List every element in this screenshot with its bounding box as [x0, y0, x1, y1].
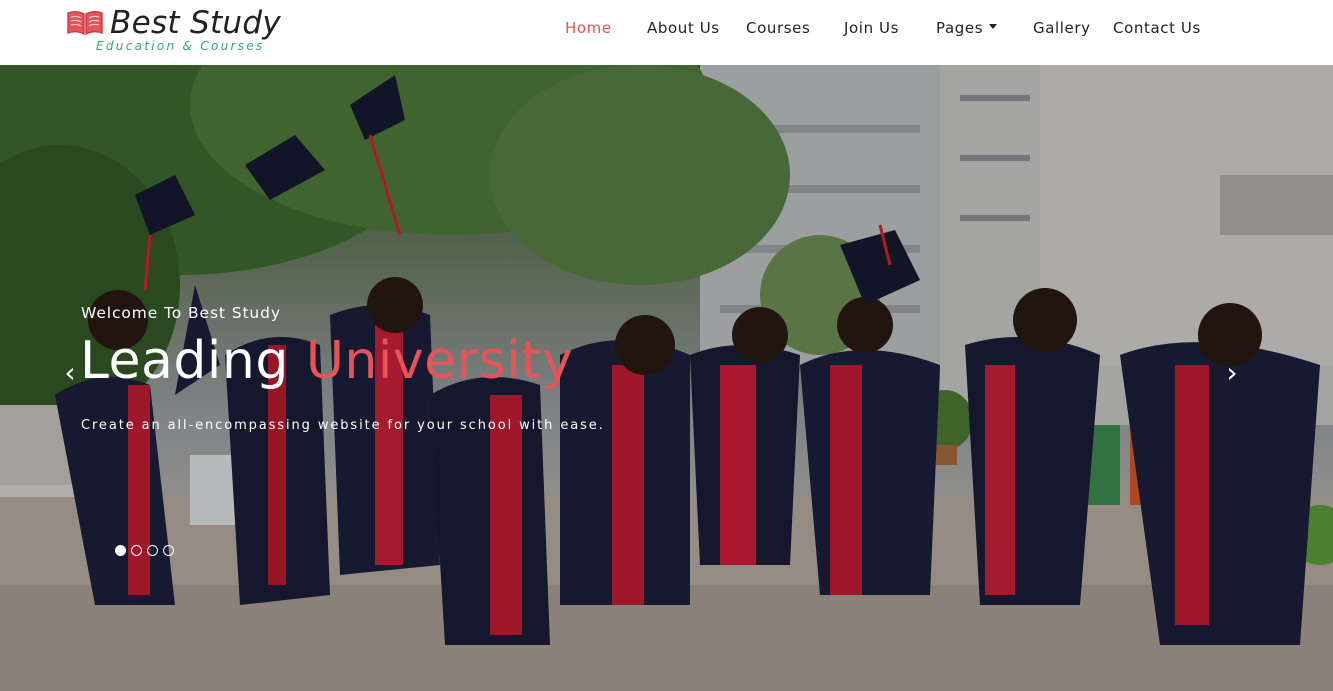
caret-down-icon [989, 24, 998, 29]
slider-dot-1[interactable] [115, 545, 126, 556]
site-header: Best Study Education & Courses Home Abou… [0, 0, 1333, 65]
slider-dot-4[interactable] [163, 545, 174, 556]
nav-pages-label: Pages [936, 19, 984, 37]
nav-join-us[interactable]: Join Us [844, 19, 899, 37]
headline-word-2: University [305, 331, 574, 391]
hero-welcome-text: Welcome To Best Study [81, 304, 281, 322]
nav-courses[interactable]: Courses [746, 19, 810, 37]
slider-dot-2[interactable] [131, 545, 142, 556]
hero-slider: Welcome To Best Study Leading University… [0, 65, 1333, 691]
hero-headline: Leading University [80, 331, 574, 391]
chevron-left-icon[interactable]: ‹ [58, 353, 82, 393]
nav-contact-us[interactable]: Contact Us [1113, 19, 1201, 37]
chevron-right-icon[interactable]: › [1220, 353, 1244, 393]
nav-about-us[interactable]: About Us [647, 19, 720, 37]
main-nav: Home About Us Courses Join Us Pages Gall… [0, 0, 1333, 65]
nav-home[interactable]: Home [565, 19, 612, 37]
nav-pages-dropdown[interactable]: Pages [936, 19, 998, 37]
hero-subtitle: Create an all-encompassing website for y… [81, 418, 605, 433]
headline-word-1: Leading [80, 331, 289, 391]
slider-dot-3[interactable] [147, 545, 158, 556]
nav-gallery[interactable]: Gallery [1033, 19, 1091, 37]
